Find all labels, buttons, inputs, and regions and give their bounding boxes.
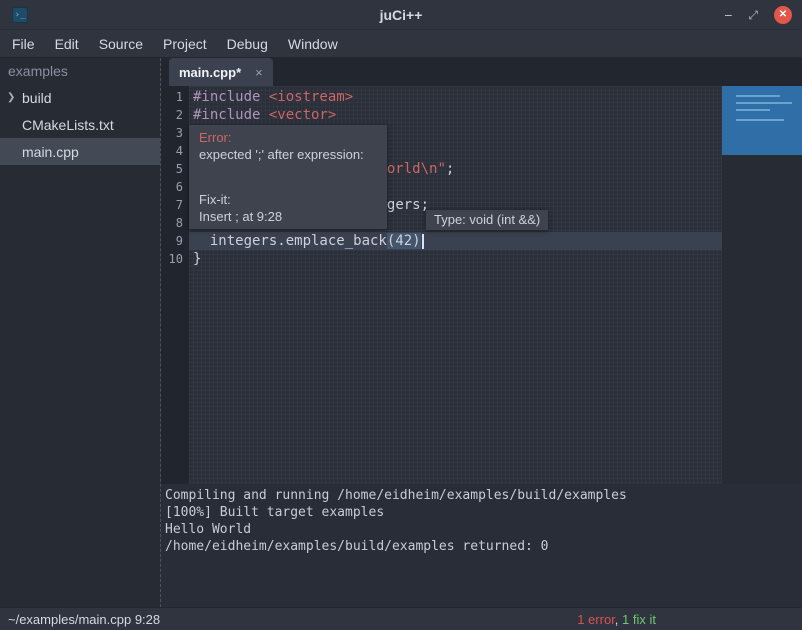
code-line-2[interactable]: #include <vector> bbox=[189, 106, 722, 124]
error-count: 1 error bbox=[577, 612, 615, 627]
line-number: 2 bbox=[161, 106, 189, 124]
minimize-button[interactable]: − bbox=[724, 7, 732, 23]
app-icon: ›_ bbox=[12, 7, 28, 23]
code-segment: <iostream> bbox=[269, 89, 353, 105]
line-number: 5 bbox=[161, 160, 189, 178]
code-segment: #include bbox=[193, 107, 269, 123]
tree-item-main-cpp[interactable]: main.cpp bbox=[0, 138, 160, 165]
output-panel[interactable]: Compiling and running /home/eidheim/exam… bbox=[161, 484, 802, 607]
output-line: /home/eidheim/examples/build/examples re… bbox=[165, 538, 802, 555]
overview-code-line bbox=[736, 119, 784, 121]
line-number: 1 bbox=[161, 88, 189, 106]
code-segment: 42 bbox=[395, 233, 412, 249]
project-root[interactable]: examples bbox=[0, 58, 160, 84]
tree-item-build[interactable]: ❯build bbox=[0, 84, 160, 111]
code-line-9[interactable]: integers.emplace_back(42) bbox=[189, 232, 722, 250]
menu-project[interactable]: Project bbox=[153, 32, 217, 56]
error-tooltip-message: expected ';' after expression: bbox=[199, 146, 377, 163]
line-number: 10 bbox=[161, 250, 189, 268]
line-number: 8 bbox=[161, 214, 189, 232]
tab-main-cpp[interactable]: main.cpp* × bbox=[169, 58, 273, 86]
menu-file[interactable]: File bbox=[2, 32, 45, 56]
body-area: examples ❯build CMakeLists.txt main.cpp ma… bbox=[0, 58, 802, 607]
statusbar: ~/examples/main.cpp 9:28 1 error, 1 fix … bbox=[0, 607, 802, 630]
error-tooltip-title: Error: bbox=[199, 129, 377, 146]
juci-window: ›_ juCi++ − ⤢ ✕ FileEditSourceProjectDeb… bbox=[0, 0, 802, 630]
close-icon: ✕ bbox=[779, 7, 787, 23]
restore-button[interactable]: ⤢ bbox=[748, 7, 758, 23]
line-number: 7 bbox=[161, 196, 189, 214]
document-overview[interactable] bbox=[722, 86, 802, 155]
file-tree: ❯build CMakeLists.txt main.cpp bbox=[0, 84, 160, 165]
titlebar: ›_ juCi++ − ⤢ ✕ bbox=[0, 0, 802, 30]
tab-close-icon[interactable]: × bbox=[255, 65, 263, 80]
close-button[interactable]: ✕ bbox=[774, 6, 792, 24]
diagnostics-summary: 1 error, 1 fix it bbox=[577, 612, 656, 627]
line-number: 4 bbox=[161, 142, 189, 160]
menu-source[interactable]: Source bbox=[89, 32, 153, 56]
overview-column bbox=[722, 86, 802, 484]
type-tooltip: Type: void (int &&) bbox=[426, 210, 548, 230]
output-line: [100%] Built target examples bbox=[165, 504, 802, 521]
gutter: 12345678910 bbox=[161, 86, 189, 484]
fixit-tooltip-title: Fix-it: bbox=[199, 191, 377, 208]
main-column: main.cpp* × 12345678910 #include <iostre… bbox=[161, 58, 802, 607]
menu-debug[interactable]: Debug bbox=[217, 32, 278, 56]
line-number: 6 bbox=[161, 178, 189, 196]
tree-item-label: main.cpp bbox=[22, 144, 79, 160]
cursor-location: ~/examples/main.cpp 9:28 bbox=[8, 612, 160, 627]
code-segment: ) bbox=[412, 233, 420, 249]
output-line: Hello World bbox=[165, 521, 802, 538]
error-tooltip-spacer bbox=[199, 163, 377, 191]
menu-edit[interactable]: Edit bbox=[45, 32, 89, 56]
menu-window[interactable]: Window bbox=[278, 32, 348, 56]
diagnostics-separator: , bbox=[615, 612, 622, 627]
overview-code-line bbox=[736, 109, 770, 111]
line-number: 3 bbox=[161, 124, 189, 142]
menubar-items: FileEditSourceProjectDebugWindow bbox=[0, 30, 802, 58]
code-line-1[interactable]: #include <iostream> bbox=[189, 88, 722, 106]
tree-item-label: build bbox=[22, 90, 52, 106]
window-title: juCi++ bbox=[0, 7, 802, 23]
line-number: 9 bbox=[161, 232, 189, 250]
editor: 12345678910 #include <iostream>#include … bbox=[161, 86, 802, 484]
code-segment: integers.emplace_back bbox=[193, 233, 387, 249]
tabbar: main.cpp* × bbox=[161, 58, 802, 86]
text-caret bbox=[422, 234, 424, 249]
tree-item-cmakelists-txt[interactable]: CMakeLists.txt bbox=[0, 111, 160, 138]
overview-code-line bbox=[736, 95, 780, 97]
fixit-tooltip-message: Insert ; at 9:28 bbox=[199, 208, 377, 225]
chevron-right-icon[interactable]: ❯ bbox=[7, 92, 22, 103]
code-segment: ; bbox=[446, 161, 454, 177]
error-tooltip: Error: expected ';' after expression: Fi… bbox=[189, 125, 387, 229]
code-segment: } bbox=[193, 251, 201, 267]
code-segment: #include bbox=[193, 89, 269, 105]
tab-label: main.cpp* bbox=[179, 65, 241, 80]
code-segment: <vector> bbox=[269, 107, 336, 123]
output-line: Compiling and running /home/eidheim/exam… bbox=[165, 487, 802, 504]
window-controls: − ⤢ ✕ bbox=[724, 0, 792, 30]
overview-code-line bbox=[736, 102, 792, 104]
sidebar: examples ❯build CMakeLists.txt main.cpp bbox=[0, 58, 160, 607]
tree-item-label: CMakeLists.txt bbox=[22, 117, 114, 133]
fixit-count: 1 fix it bbox=[622, 612, 656, 627]
code-line-10[interactable]: } bbox=[189, 250, 722, 268]
